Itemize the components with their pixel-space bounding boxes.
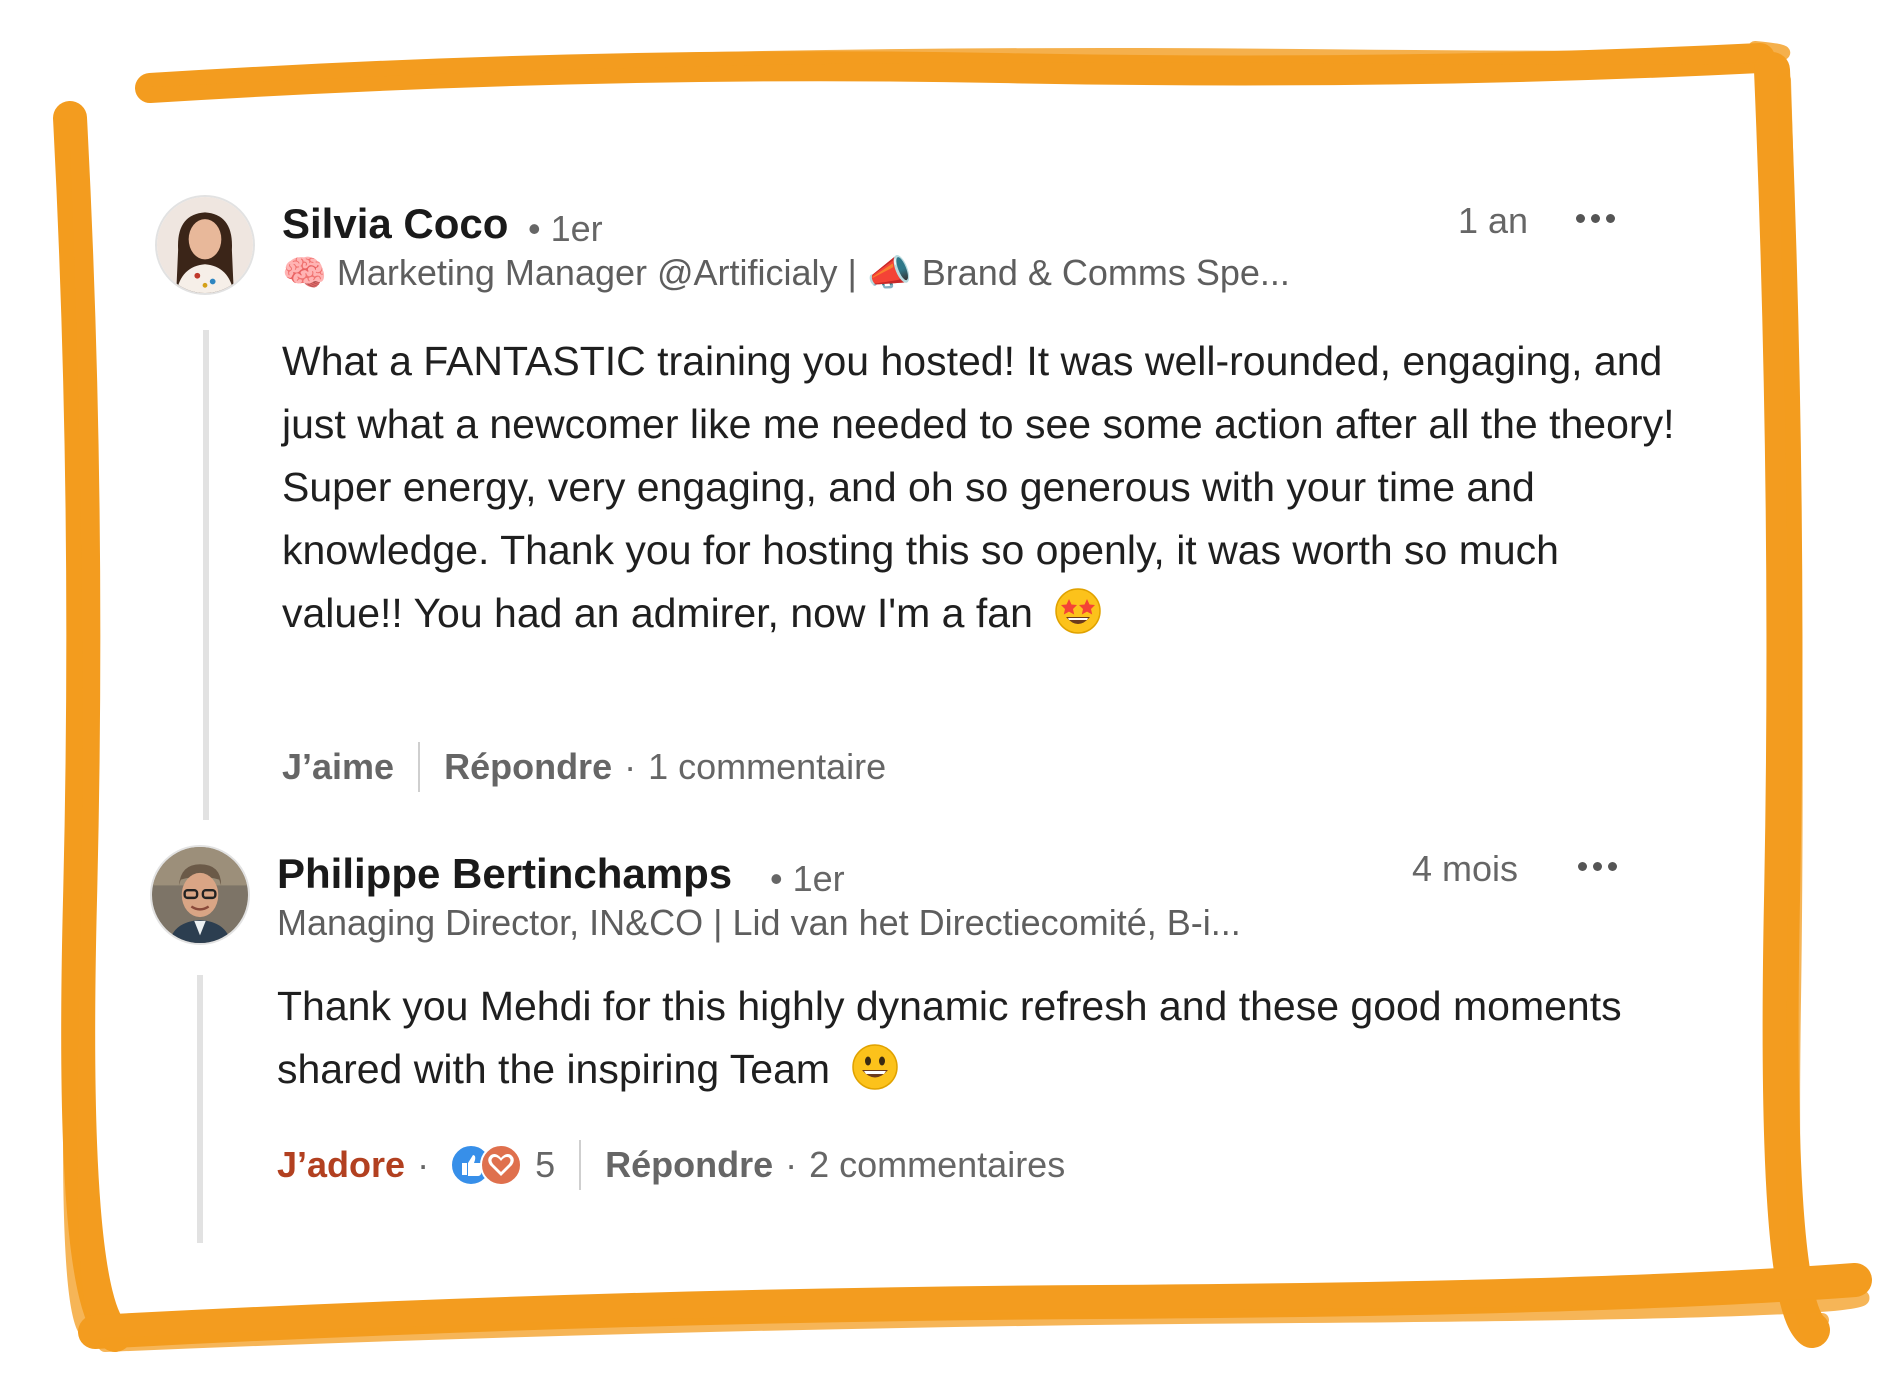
headline-text-1: Marketing Manager @Artificialy | (336, 252, 857, 293)
comment-author-name[interactable]: Philippe Bertinchamps (277, 850, 732, 898)
comment-author-name[interactable]: Silvia Coco (282, 200, 508, 248)
thread-line (203, 330, 209, 820)
comment-actions: J’adore · 5 Répondre · 2 commentaires (277, 1140, 1065, 1190)
avatar-image (152, 847, 248, 943)
divider (579, 1140, 582, 1190)
avatar-philippe-bertinchamps[interactable] (150, 845, 250, 945)
separator-dot: · (624, 746, 637, 787)
comment-body-text: What a FANTASTIC training you hosted! It… (282, 338, 1675, 636)
comment-body-text: Thank you Mehdi for this highly dynamic … (277, 983, 1622, 1092)
comment-text: What a FANTASTIC training you hosted! It… (282, 330, 1682, 645)
comment-text: Thank you Mehdi for this highly dynamic … (277, 975, 1677, 1101)
more-options-icon[interactable] (1578, 862, 1617, 871)
reply-button[interactable]: Répondre (605, 1144, 773, 1186)
reply-button[interactable]: Répondre (444, 746, 612, 788)
avatar-silvia-coco[interactable] (155, 195, 255, 295)
grinning-face-emoji-icon (852, 1044, 899, 1090)
author-headline: Managing Director, IN&CO | Lid van het D… (277, 902, 1241, 943)
separator-dot: · (785, 1144, 798, 1185)
separator-dot: · (417, 1144, 430, 1185)
like-button[interactable]: J’aime (282, 746, 394, 788)
comment-timestamp: 4 mois (1412, 848, 1519, 889)
reaction-count: 5 (535, 1144, 556, 1185)
comment-actions: J’aime Répondre · 1 commentaire (282, 742, 886, 792)
avatar-image (157, 197, 253, 293)
brain-emoji-icon: 🧠 (282, 252, 327, 293)
more-options-icon[interactable] (1576, 214, 1615, 223)
connection-degree: • 1er (770, 858, 845, 899)
headline-text-2: Brand & Comms Spe... (921, 252, 1290, 293)
divider (418, 742, 421, 792)
megaphone-emoji-icon: 📣 (866, 252, 912, 293)
reaction-summary[interactable]: 5 (449, 1143, 555, 1187)
author-headline: 🧠 Marketing Manager @Artificialy | 📣 Bra… (282, 252, 1290, 294)
comment-timestamp: 1 an (1458, 200, 1529, 241)
love-reaction-button[interactable]: J’adore (277, 1144, 405, 1186)
star-struck-emoji-icon (1055, 588, 1102, 634)
thread-line (197, 975, 203, 1243)
love-icon (480, 1144, 523, 1186)
connection-degree: • 1er (528, 208, 603, 249)
reply-count-link[interactable]: 2 commentaires (809, 1144, 1065, 1186)
reply-count-link[interactable]: 1 commentaire (648, 746, 886, 788)
